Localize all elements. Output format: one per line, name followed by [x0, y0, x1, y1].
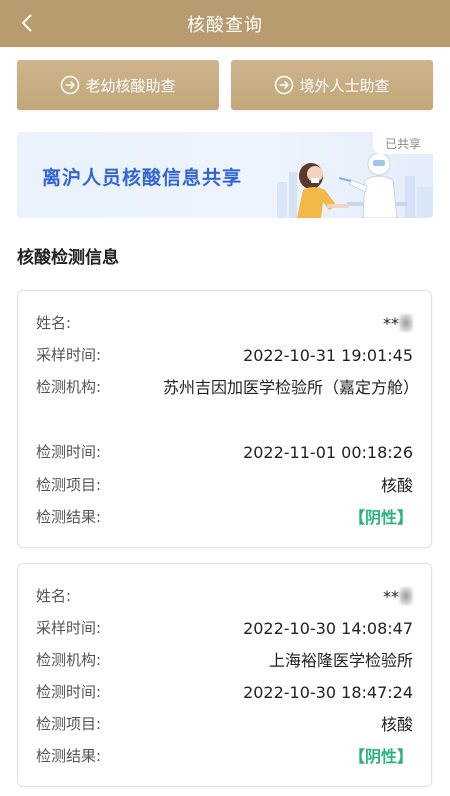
arrow-circle-icon — [274, 75, 294, 95]
test-time-row: 检测时间: 2022-10-30 18:47:24 — [36, 681, 413, 705]
redaction-mark — [399, 314, 413, 332]
elderly-check-label: 老幼核酸助查 — [85, 76, 176, 95]
chevron-left-icon — [21, 14, 32, 32]
institution-label: 检测机构: — [36, 378, 102, 396]
test-item-value: 核酸 — [380, 715, 413, 734]
elderly-check-button[interactable]: 老幼核酸助查 — [17, 60, 219, 110]
name-label: 姓名: — [36, 314, 72, 332]
sample-time-row: 采样时间: 2022-10-30 14:08:47 — [36, 617, 413, 641]
shared-status-tag: 已共享 — [373, 132, 433, 154]
test-time-value: 2022-10-30 18:47:24 — [243, 683, 413, 702]
banner-title: 离沪人员核酸信息共享 — [42, 167, 243, 189]
institution-value: 苏州吉因加医学检验所（嘉定方舱） — [163, 378, 420, 397]
sample-time-label: 采样时间: — [36, 619, 102, 637]
test-result-label: 检测结果: — [36, 747, 102, 765]
sample-time-label: 采样时间: — [36, 346, 102, 364]
test-item-label: 检测项目: — [36, 715, 102, 733]
name-label: 姓名: — [36, 587, 72, 605]
name-value: ** — [383, 309, 413, 338]
test-result-value: 【阴性】 — [348, 747, 413, 766]
masked-name: ** — [383, 587, 399, 606]
redaction-mark — [399, 587, 413, 605]
top-bar: 核酸查询 — [0, 0, 450, 47]
back-button[interactable] — [14, 10, 40, 36]
institution-label: 检测机构: — [36, 651, 102, 669]
test-time-label: 检测时间: — [36, 683, 102, 701]
page-title: 核酸查询 — [187, 14, 263, 36]
institution-row: 检测机构: 苏州吉因加医学检验所（嘉定方舱） — [36, 376, 420, 432]
arrow-circle-icon — [60, 75, 80, 95]
test-result-value: 【阴性】 — [348, 508, 413, 527]
name-value: ** — [383, 582, 413, 611]
test-time-label: 检测时间: — [36, 443, 102, 461]
test-time-value: 2022-11-01 00:18:26 — [243, 443, 413, 462]
test-item-row: 检测项目: 核酸 — [36, 474, 413, 498]
test-item-label: 检测项目: — [36, 476, 102, 494]
action-buttons: 老幼核酸助查 境外人士助查 — [17, 60, 433, 110]
overseas-check-button[interactable]: 境外人士助查 — [231, 60, 433, 110]
test-time-row: 检测时间: 2022-11-01 00:18:26 — [36, 441, 413, 465]
test-result-row: 检测结果: 【阴性】 — [36, 745, 413, 769]
name-row: 姓名: ** — [36, 585, 413, 609]
test-item-row: 检测项目: 核酸 — [36, 713, 413, 737]
share-banner[interactable]: 离沪人员核酸信息共享 已共享 — [17, 132, 433, 218]
section-title: 核酸检测信息 — [17, 248, 119, 268]
sample-time-value: 2022-10-31 19:01:45 — [243, 346, 413, 365]
test-record-card: 姓名: ** 采样时间: 2022-10-31 19:01:45 检测机构: 苏… — [17, 290, 432, 548]
sample-time-value: 2022-10-30 14:08:47 — [243, 619, 413, 638]
test-result-label: 检测结果: — [36, 508, 102, 526]
institution-value: 上海裕隆医学检验所 — [268, 651, 413, 670]
institution-row: 检测机构: 上海裕隆医学检验所 — [36, 649, 413, 673]
test-item-value: 核酸 — [380, 476, 413, 495]
overseas-check-label: 境外人士助查 — [299, 76, 390, 95]
test-record-card: 姓名: ** 采样时间: 2022-10-30 14:08:47 检测机构: 上… — [17, 563, 432, 787]
name-row: 姓名: ** — [36, 312, 413, 336]
sample-time-row: 采样时间: 2022-10-31 19:01:45 — [36, 344, 413, 368]
masked-name: ** — [383, 314, 399, 333]
test-result-row: 检测结果: 【阴性】 — [36, 506, 413, 530]
